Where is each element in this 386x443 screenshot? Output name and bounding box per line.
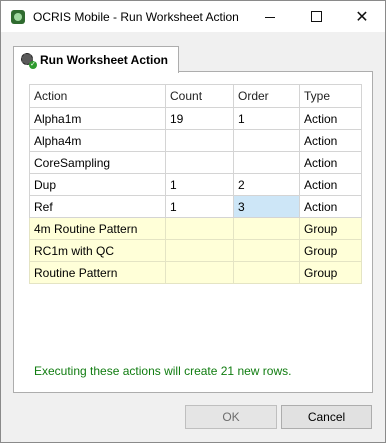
table-row[interactable]: Dup 1 2 Action bbox=[29, 173, 362, 196]
column-header-count[interactable]: Count bbox=[165, 84, 234, 108]
cell-type[interactable]: Group bbox=[299, 261, 362, 284]
cancel-button[interactable]: Cancel bbox=[281, 405, 372, 429]
title-bar[interactable]: OCRIS Mobile - Run Worksheet Action ✕ bbox=[1, 1, 385, 32]
close-icon: ✕ bbox=[355, 7, 369, 26]
column-header-action[interactable]: Action bbox=[29, 84, 166, 108]
cell-type[interactable]: Action bbox=[299, 173, 362, 196]
cell-type[interactable]: Action bbox=[299, 129, 362, 152]
cell-count[interactable] bbox=[165, 151, 234, 174]
cell-action[interactable]: Ref bbox=[29, 195, 166, 218]
minimize-button[interactable] bbox=[247, 1, 293, 32]
cell-type[interactable]: Action bbox=[299, 195, 362, 218]
table-row[interactable]: CoreSampling Action bbox=[29, 151, 362, 174]
gear-check-icon: ✓ bbox=[21, 53, 37, 69]
cell-order[interactable] bbox=[233, 239, 300, 262]
cell-count[interactable]: 1 bbox=[165, 195, 234, 218]
window-controls: ✕ bbox=[247, 1, 385, 32]
cell-type[interactable]: Group bbox=[299, 217, 362, 240]
cell-action[interactable]: 4m Routine Pattern bbox=[29, 217, 166, 240]
tab-run-worksheet-action[interactable]: ✓ Run Worksheet Action bbox=[13, 46, 179, 73]
cell-count[interactable] bbox=[165, 217, 234, 240]
cell-type[interactable]: Group bbox=[299, 239, 362, 262]
column-header-order[interactable]: Order bbox=[233, 84, 300, 108]
grid-header-row: Action Count Order Type bbox=[29, 84, 362, 108]
cell-type[interactable]: Action bbox=[299, 151, 362, 174]
cell-count[interactable] bbox=[165, 239, 234, 262]
status-message: Executing these actions will create 21 n… bbox=[34, 364, 292, 378]
cell-type[interactable]: Action bbox=[299, 107, 362, 130]
cell-action[interactable]: Routine Pattern bbox=[29, 261, 166, 284]
cell-action[interactable]: CoreSampling bbox=[29, 151, 166, 174]
cell-order[interactable]: 2 bbox=[233, 173, 300, 196]
actions-grid[interactable]: Action Count Order Type Alpha1m 19 1 Act… bbox=[29, 84, 362, 284]
table-row-group[interactable]: 4m Routine Pattern Group bbox=[29, 217, 362, 240]
cell-order[interactable] bbox=[233, 261, 300, 284]
cell-order[interactable] bbox=[233, 129, 300, 152]
table-row-group[interactable]: Routine Pattern Group bbox=[29, 261, 362, 284]
table-row-group[interactable]: RC1m with QC Group bbox=[29, 239, 362, 262]
ok-button[interactable]: OK bbox=[185, 405, 277, 429]
dialog-window: OCRIS Mobile - Run Worksheet Action ✕ ✓ … bbox=[0, 0, 386, 443]
cell-order-selected[interactable]: 3 bbox=[233, 195, 300, 218]
maximize-button[interactable] bbox=[293, 1, 339, 32]
table-row[interactable]: Ref 1 3 Action bbox=[29, 195, 362, 218]
cell-action[interactable]: RC1m with QC bbox=[29, 239, 166, 262]
cell-action[interactable]: Alpha4m bbox=[29, 129, 166, 152]
cell-count[interactable]: 1 bbox=[165, 173, 234, 196]
cell-order[interactable] bbox=[233, 151, 300, 174]
cell-action[interactable]: Dup bbox=[29, 173, 166, 196]
column-header-type[interactable]: Type bbox=[299, 84, 362, 108]
maximize-icon bbox=[310, 11, 322, 22]
cell-action[interactable]: Alpha1m bbox=[29, 107, 166, 130]
cell-count[interactable]: 19 bbox=[165, 107, 234, 130]
cell-count[interactable] bbox=[165, 129, 234, 152]
tab-panel: Action Count Order Type Alpha1m 19 1 Act… bbox=[13, 71, 373, 393]
cell-order[interactable] bbox=[233, 217, 300, 240]
cell-order[interactable]: 1 bbox=[233, 107, 300, 130]
minimize-icon bbox=[265, 17, 275, 18]
window-title: OCRIS Mobile - Run Worksheet Action bbox=[33, 9, 239, 24]
close-button[interactable]: ✕ bbox=[339, 1, 385, 32]
app-logo-icon bbox=[11, 9, 25, 24]
table-row[interactable]: Alpha4m Action bbox=[29, 129, 362, 152]
table-row[interactable]: Alpha1m 19 1 Action bbox=[29, 107, 362, 130]
cell-count[interactable] bbox=[165, 261, 234, 284]
tab-label: Run Worksheet Action bbox=[40, 53, 169, 67]
